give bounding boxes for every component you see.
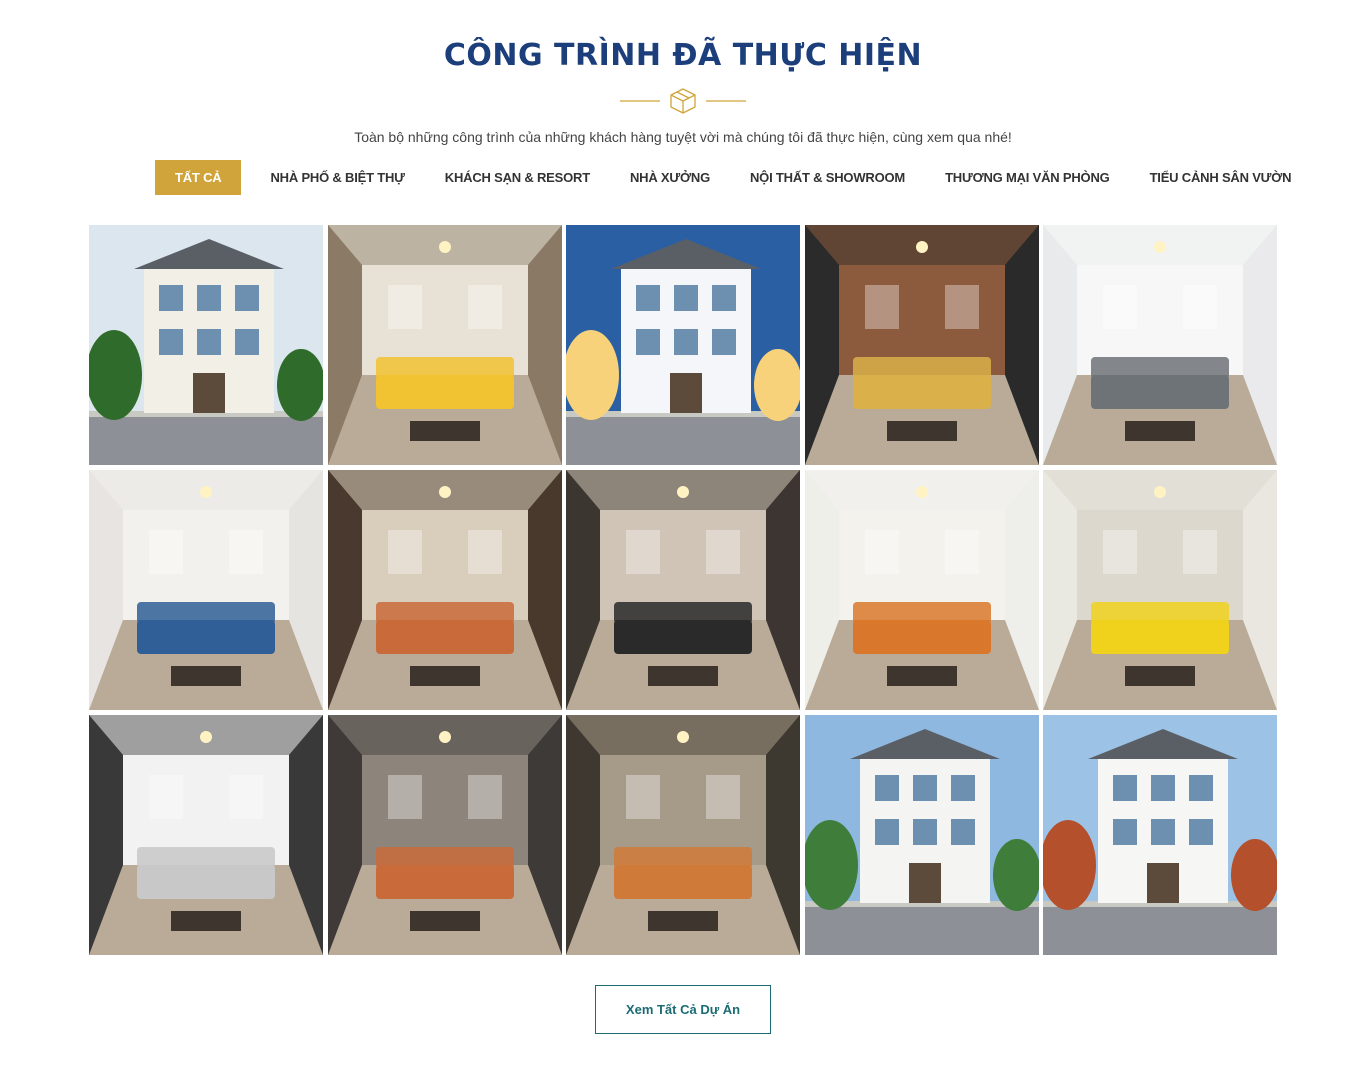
project-image [1043,470,1277,710]
project-thumbnail-showroom-lobby[interactable] [805,470,1039,710]
project-image [566,715,800,955]
tab-all[interactable]: TẤT CẢ [155,160,242,195]
project-thumbnail-bedroom[interactable] [328,715,562,955]
project-thumbnail-dining-room[interactable] [566,470,800,710]
title-divider [620,88,746,114]
project-thumbnail-art-lounge[interactable] [566,715,800,955]
project-image [1043,715,1277,955]
project-thumbnail-townhouse-street[interactable] [805,715,1039,955]
section-title: CÔNG TRÌNH ĐÃ THỰC HIỆN [443,38,923,73]
project-thumbnail-cafe-interior[interactable] [805,225,1039,465]
project-image [89,470,323,710]
project-thumbnail-lounge-brown[interactable] [328,470,562,710]
project-image [89,225,323,465]
project-thumbnail-villa-exterior[interactable] [89,225,323,465]
project-image [566,225,800,465]
tab-garden-landscape[interactable]: TIỂU CẢNH SÂN VƯỜN [1150,160,1292,195]
project-thumbnail-shelving-showroom[interactable] [89,715,323,955]
project-image [805,470,1039,710]
project-image [1043,225,1277,465]
cube-icon [670,88,696,114]
project-thumbnail-living-room[interactable] [328,225,562,465]
project-image [328,470,562,710]
section-subtitle: Toàn bộ những công trình của những khách… [354,129,1012,145]
project-image [328,225,562,465]
project-thumbnail-blue-sofa[interactable] [89,470,323,710]
tab-factory[interactable]: NHÀ XƯỞNG [630,160,710,195]
project-image [89,715,323,955]
tab-interior-showroom[interactable]: NỘI THẤT & SHOWROOM [750,160,905,195]
category-filter-tabs: TẤT CẢ NHÀ PHỐ & BIỆT THỰ KHÁCH SẠN & RE… [155,160,1292,195]
project-gallery-grid [89,225,1277,955]
project-thumbnail-townhouse-row[interactable] [1043,715,1277,955]
project-image [328,715,562,955]
project-image [805,225,1039,465]
project-image [805,715,1039,955]
tab-townhouse-villa[interactable]: NHÀ PHỐ & BIỆT THỰ [270,160,404,195]
tab-commercial-office[interactable]: THƯƠNG MẠI VĂN PHÒNG [945,160,1110,195]
project-thumbnail-living-room-grey[interactable] [1043,225,1277,465]
view-all-projects-button[interactable]: Xem Tất Cả Dự Án [595,985,771,1034]
tab-hotel-resort[interactable]: KHÁCH SẠN & RESORT [445,160,590,195]
project-thumbnail-villa-night[interactable] [566,225,800,465]
project-thumbnail-office[interactable] [1043,470,1277,710]
project-image [566,470,800,710]
